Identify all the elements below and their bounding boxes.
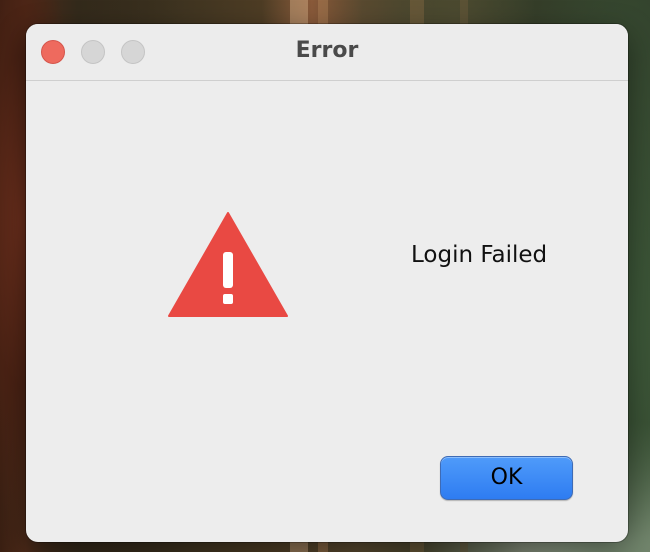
window-title: Error [295, 38, 359, 63]
error-message: Login Failed [411, 242, 548, 268]
warning-icon [166, 210, 290, 320]
error-dialog: Error Login Failed OK [26, 24, 628, 542]
title-bar[interactable]: Error [26, 24, 628, 81]
ok-button[interactable]: OK [440, 456, 573, 500]
